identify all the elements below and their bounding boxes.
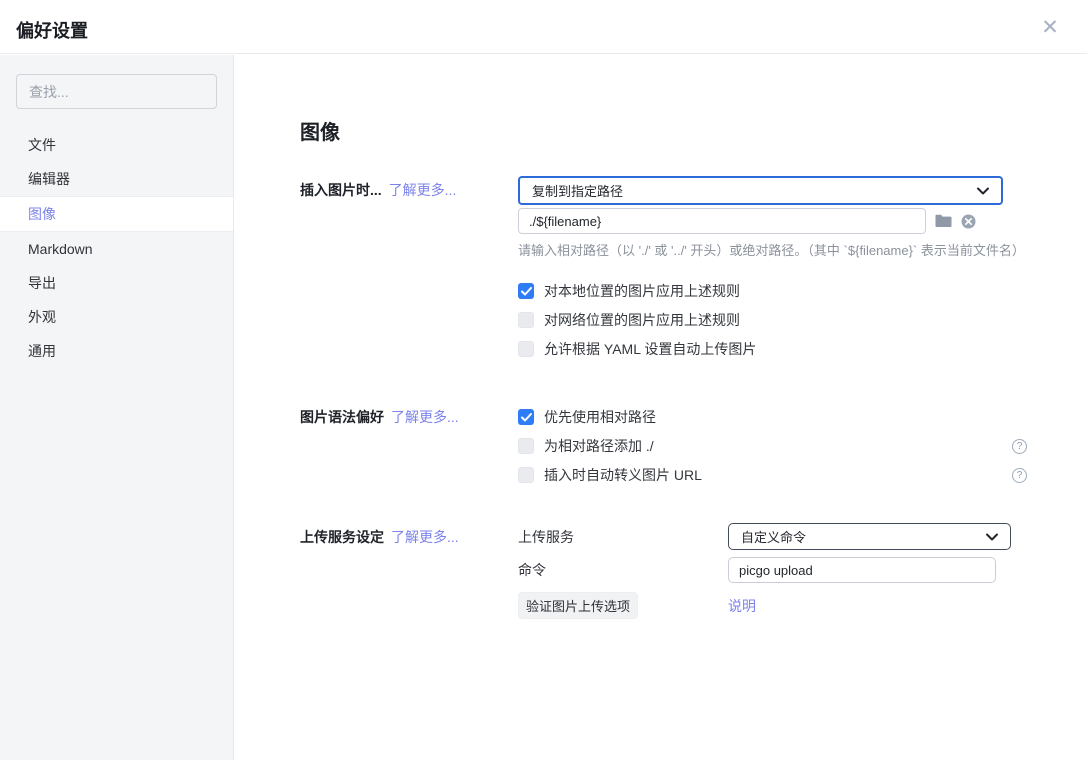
section-syntax-label-group: 图片语法偏好了解更多... <box>300 403 518 483</box>
help-icon[interactable]: ? <box>1012 468 1027 483</box>
add-dot-slash-checkbox[interactable] <box>518 438 534 454</box>
checkbox-row-local-rule: 对本地位置的图片应用上述规则 <box>518 283 1087 299</box>
chevron-down-icon <box>986 529 998 544</box>
syntax-learn-more-link[interactable]: 了解更多... <box>391 409 459 425</box>
preferences-window: 偏好设置 ✕ 文件 编辑器 图像 Markdown 导出 外观 通用 图像 插入… <box>0 0 1087 760</box>
yaml-upload-label: 允许根据 YAML 设置自动上传图片 <box>544 339 756 359</box>
sidebar-item-general[interactable]: 通用 <box>0 334 233 368</box>
upload-command-row: 命令 <box>518 557 1087 583</box>
sidebar-item-export[interactable]: 导出 <box>0 266 233 300</box>
window-title: 偏好设置 <box>16 17 88 43</box>
insert-action-select[interactable]: 复制到指定路径 <box>518 176 1003 205</box>
checkbox-row-relative-path: 优先使用相对路径 <box>518 409 1027 425</box>
upload-doc-link[interactable]: 说明 <box>728 596 756 616</box>
sidebar-item-appearance[interactable]: 外观 <box>0 300 233 334</box>
validate-upload-button[interactable]: 验证图片上传选项 <box>518 592 638 619</box>
clear-path-icon[interactable] <box>961 214 976 229</box>
checkbox-row-escape-url: 插入时自动转义图片 URL ? <box>518 467 1027 483</box>
sidebar: 文件 编辑器 图像 Markdown 导出 外观 通用 <box>0 55 234 760</box>
prefer-relative-path-checkbox[interactable] <box>518 409 534 425</box>
local-rule-label: 对本地位置的图片应用上述规则 <box>544 281 740 301</box>
search-input[interactable] <box>16 74 217 109</box>
section-upload-service: 上传服务设定了解更多... 上传服务 自定义命令 命令 <box>300 523 1087 626</box>
network-rule-label: 对网络位置的图片应用上述规则 <box>544 310 740 330</box>
prefer-relative-path-label: 优先使用相对路径 <box>544 407 656 427</box>
sidebar-item-editor[interactable]: 编辑器 <box>0 162 233 196</box>
local-rule-checkbox[interactable] <box>518 283 534 299</box>
page-title: 图像 <box>300 116 1087 145</box>
section-insert-label: 插入图片时... <box>300 182 382 198</box>
section-insert-image: 插入图片时... 了解更多... 复制到指定路径 <box>300 176 1087 357</box>
section-image-syntax: 图片语法偏好了解更多... 优先使用相对路径 为相对路径添加 ./ ? <box>300 403 1087 483</box>
network-rule-checkbox[interactable] <box>518 312 534 328</box>
checkbox-row-yaml-upload: 允许根据 YAML 设置自动上传图片 <box>518 341 1087 357</box>
titlebar: 偏好设置 ✕ <box>0 0 1087 54</box>
checkbox-row-network-rule: 对网络位置的图片应用上述规则 <box>518 312 1087 328</box>
close-icon[interactable]: ✕ <box>1037 14 1063 40</box>
section-insert-label-group: 插入图片时... 了解更多... <box>300 176 518 357</box>
upload-command-input[interactable] <box>728 557 996 583</box>
section-upload-label: 上传服务设定 <box>300 529 384 545</box>
insert-learn-more-link[interactable]: 了解更多... <box>389 182 457 198</box>
checkbox-row-add-dot-slash: 为相对路径添加 ./ ? <box>518 438 1027 454</box>
section-upload-label-group: 上传服务设定了解更多... <box>300 523 518 626</box>
upload-learn-more-link[interactable]: 了解更多... <box>391 529 459 545</box>
image-path-input[interactable] <box>518 208 926 234</box>
escape-url-checkbox[interactable] <box>518 467 534 483</box>
upload-service-label: 上传服务 <box>518 527 728 547</box>
chevron-down-icon <box>977 183 989 198</box>
sidebar-item-markdown[interactable]: Markdown <box>0 232 233 266</box>
upload-command-label: 命令 <box>518 560 728 580</box>
sidebar-item-image[interactable]: 图像 <box>0 196 233 232</box>
section-syntax-label: 图片语法偏好 <box>300 409 384 425</box>
upload-service-select[interactable]: 自定义命令 <box>728 523 1011 550</box>
add-dot-slash-label: 为相对路径添加 ./ <box>544 436 654 456</box>
upload-service-row: 上传服务 自定义命令 <box>518 523 1087 550</box>
sidebar-nav: 文件 编辑器 图像 Markdown 导出 外观 通用 <box>0 128 233 368</box>
folder-browse-icon[interactable] <box>935 214 952 228</box>
path-hint-text: 请输入相对路径（以 './' 或 '../' 开头）或绝对路径。（其中 `${f… <box>518 242 1087 259</box>
yaml-upload-checkbox[interactable] <box>518 341 534 357</box>
main-panel: 图像 插入图片时... 了解更多... 复制到指定路径 <box>235 55 1087 760</box>
insert-action-select-value: 复制到指定路径 <box>532 181 623 200</box>
escape-url-label: 插入时自动转义图片 URL <box>544 465 702 485</box>
upload-service-select-value: 自定义命令 <box>741 527 806 546</box>
upload-validate-row: 验证图片上传选项 说明 <box>518 592 1087 619</box>
sidebar-item-file[interactable]: 文件 <box>0 128 233 162</box>
help-icon[interactable]: ? <box>1012 439 1027 454</box>
